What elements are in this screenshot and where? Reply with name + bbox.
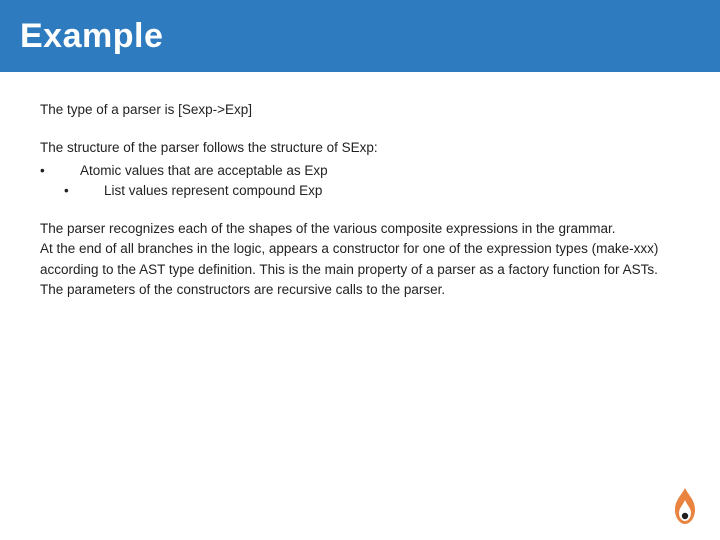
bullet-marker: •	[40, 161, 80, 181]
bullet-block: The structure of the parser follows the …	[40, 138, 680, 201]
bullet-marker: •	[64, 181, 104, 201]
bullet-text: List values represent compound Exp	[104, 183, 322, 198]
bullet-lead: The structure of the parser follows the …	[40, 138, 680, 158]
paragraph-2: The parser recognizes each of the shapes…	[40, 219, 680, 300]
slide: Example The type of a parser is [Sexp->E…	[0, 0, 720, 540]
bullet-item-1: •Atomic values that are acceptable as Ex…	[40, 161, 680, 181]
bullet-text: Atomic values that are acceptable as Exp	[80, 163, 328, 178]
slide-content: The type of a parser is [Sexp->Exp] The …	[40, 100, 680, 318]
paragraph-1: The type of a parser is [Sexp->Exp]	[40, 100, 680, 120]
slide-title: Example	[20, 17, 163, 56]
flame-logo-icon	[670, 486, 700, 526]
title-bar: Example	[0, 0, 720, 72]
flame-icon	[670, 486, 700, 526]
bullet-item-2: •List values represent compound Exp	[40, 181, 680, 201]
